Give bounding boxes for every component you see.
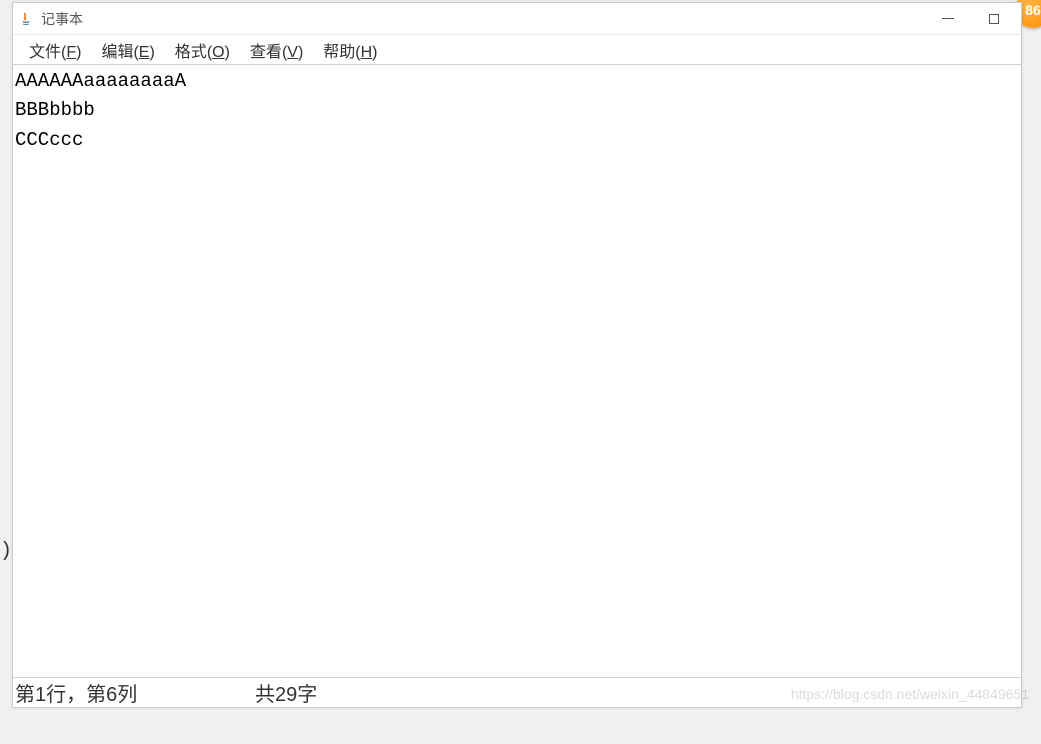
menu-help[interactable]: 帮助(H) bbox=[313, 34, 387, 66]
menu-format-mnemonic: O bbox=[212, 44, 224, 61]
menu-view-mnemonic: V bbox=[287, 44, 298, 61]
watermark-text: https://blog.csdn.net/weixin_44849651 bbox=[791, 686, 1029, 702]
minimize-button[interactable] bbox=[925, 4, 971, 34]
menu-help-mnemonic: H bbox=[361, 44, 373, 61]
character-count: 共29字 bbox=[255, 678, 317, 707]
badge-text: 86 bbox=[1025, 2, 1041, 18]
menu-format-label: 格式 bbox=[175, 44, 207, 61]
maximize-button[interactable] bbox=[971, 4, 1017, 34]
menu-view-label: 查看 bbox=[250, 44, 282, 61]
menu-help-label: 帮助 bbox=[323, 44, 355, 61]
maximize-icon bbox=[989, 14, 999, 24]
window-controls bbox=[925, 4, 1017, 34]
title-bar[interactable]: 记事本 bbox=[13, 3, 1021, 35]
menu-bar: 文件(F) 编辑(E) 格式(O) 查看(V) 帮助(H) bbox=[13, 35, 1021, 65]
notepad-window: 记事本 文件(F) 编辑(E) 格式(O) 查看(V) 帮助(H) AAAAAA… bbox=[12, 2, 1022, 708]
menu-file-mnemonic: F bbox=[66, 44, 76, 61]
menu-format[interactable]: 格式(O) bbox=[165, 34, 240, 66]
window-title: 记事本 bbox=[41, 9, 925, 29]
menu-view[interactable]: 查看(V) bbox=[240, 34, 313, 66]
menu-file-label: 文件 bbox=[29, 44, 61, 61]
stray-character: ) bbox=[0, 540, 12, 563]
minimize-icon bbox=[942, 18, 954, 19]
menu-edit[interactable]: 编辑(E) bbox=[91, 34, 164, 66]
menu-edit-label: 编辑 bbox=[101, 44, 133, 61]
menu-edit-mnemonic: E bbox=[139, 44, 150, 61]
text-editor[interactable]: AAAAAAaaaaaaaaA BBBbbbb CCCccc bbox=[13, 65, 1021, 677]
java-app-icon bbox=[17, 10, 35, 28]
menu-file[interactable]: 文件(F) bbox=[19, 34, 91, 66]
cursor-position: 第1行，第6列 bbox=[15, 678, 255, 707]
